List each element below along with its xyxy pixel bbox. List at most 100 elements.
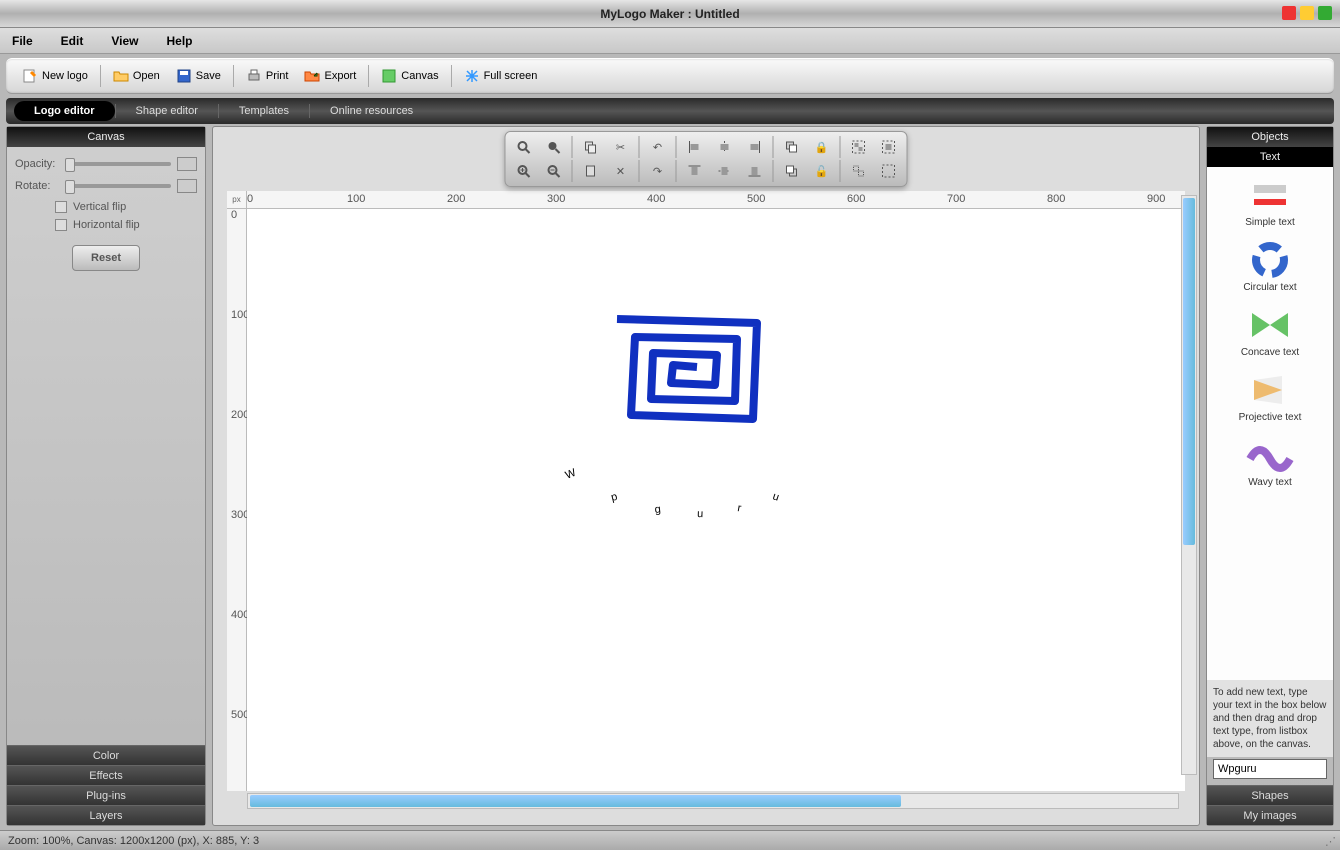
concave-text-item[interactable]: Concave text <box>1239 303 1301 360</box>
vertical-scrollbar[interactable] <box>1181 195 1197 775</box>
group-button[interactable] <box>845 136 873 158</box>
delete-button[interactable]: ✕ <box>607 160 635 182</box>
mode-tabs: Logo editor Shape editor Templates Onlin… <box>6 98 1334 124</box>
send-back-button[interactable] <box>778 160 806 182</box>
myimages-tab[interactable]: My images <box>1207 805 1333 825</box>
resize-grip-icon[interactable]: ⋰ <box>1325 835 1336 848</box>
accordion-effects[interactable]: Effects <box>7 765 205 785</box>
canvas-area: ✂ ↶ 🔒 ✕ ↷ <box>212 126 1200 826</box>
reset-button[interactable]: Reset <box>72 245 140 271</box>
accordion-color[interactable]: Color <box>7 745 205 765</box>
window-title: MyLogo Maker : Untitled <box>600 7 739 21</box>
align-vcenter-button[interactable] <box>711 160 739 182</box>
ungroup-button[interactable] <box>845 160 873 182</box>
vflip-checkbox[interactable] <box>55 201 67 213</box>
text-input[interactable] <box>1213 759 1327 779</box>
title-bar: MyLogo Maker : Untitled <box>0 0 1340 28</box>
save-icon <box>176 68 192 84</box>
projective-text-item[interactable]: Projective text <box>1237 368 1304 425</box>
undo-button[interactable]: ↶ <box>644 136 672 158</box>
folder-open-icon <box>113 68 129 84</box>
open-button[interactable]: Open <box>107 65 166 87</box>
svg-text:W: W <box>564 466 580 482</box>
maximize-icon[interactable] <box>1318 6 1332 20</box>
wavy-text-item[interactable]: Wavy text <box>1244 433 1296 490</box>
close-icon[interactable] <box>1282 6 1296 20</box>
objects-header: Objects <box>1207 127 1333 147</box>
svg-text:r: r <box>736 502 744 515</box>
canvas-button[interactable]: Canvas <box>375 65 444 87</box>
align-right-button[interactable] <box>741 136 769 158</box>
opacity-slider[interactable] <box>65 162 171 166</box>
rotate-slider[interactable] <box>65 184 171 188</box>
rotate-label: Rotate: <box>15 180 59 192</box>
redo-button[interactable]: ↷ <box>644 160 672 182</box>
status-bar: Zoom: 100%, Canvas: 1200x1200 (px), X: 8… <box>0 830 1340 850</box>
paste-button[interactable] <box>577 160 605 182</box>
hflip-label: Horizontal flip <box>73 219 140 231</box>
export-button[interactable]: Export <box>298 65 362 87</box>
ruler-vertical: 0100200300400500 <box>227 209 247 791</box>
wavy-text-icon <box>1246 435 1294 475</box>
zoom-actual-button[interactable] <box>510 136 538 158</box>
fullscreen-button[interactable]: Full screen <box>458 65 544 87</box>
copy-button[interactable] <box>577 136 605 158</box>
concave-text-icon <box>1246 305 1294 345</box>
tab-logo-editor[interactable]: Logo editor <box>14 101 115 121</box>
vflip-label: Vertical flip <box>73 201 126 213</box>
align-top-button[interactable] <box>681 160 709 182</box>
zoom-out-button[interactable] <box>540 160 568 182</box>
zoom-in-button[interactable] <box>510 160 538 182</box>
minimize-icon[interactable] <box>1300 6 1314 20</box>
align-hcenter-button[interactable] <box>711 136 739 158</box>
text-hint: To add new text, type your text in the b… <box>1207 680 1333 757</box>
export-icon <box>304 68 320 84</box>
logo-artwork[interactable]: W p g u r u <box>557 309 857 552</box>
lock-button[interactable]: 🔒 <box>808 136 836 158</box>
new-logo-button[interactable]: New logo <box>16 65 94 87</box>
rotate-value[interactable] <box>177 179 197 193</box>
fullscreen-icon <box>464 68 480 84</box>
opacity-label: Opacity: <box>15 158 59 170</box>
simple-text-item[interactable]: Simple text <box>1243 173 1296 230</box>
menu-edit[interactable]: Edit <box>61 34 84 48</box>
align-bottom-button[interactable] <box>741 160 769 182</box>
horizontal-scrollbar[interactable] <box>247 793 1179 809</box>
unlock-button[interactable]: 🔓 <box>808 160 836 182</box>
zoom-fit-button[interactable] <box>540 136 568 158</box>
ruler-unit: px <box>227 191 247 209</box>
hflip-checkbox[interactable] <box>55 219 67 231</box>
deselect-button[interactable] <box>875 160 903 182</box>
projective-text-icon <box>1246 370 1294 410</box>
text-types-list: Simple text Circular text Concave text P… <box>1207 167 1333 680</box>
menu-help[interactable]: Help <box>166 34 192 48</box>
left-panel: Canvas Opacity: Rotate: Vertical flip Ho… <box>6 126 206 826</box>
new-icon <box>22 68 38 84</box>
menu-file[interactable]: File <box>12 34 33 48</box>
tab-shape-editor[interactable]: Shape editor <box>116 101 218 121</box>
opacity-value[interactable] <box>177 157 197 171</box>
text-tab[interactable]: Text <box>1207 147 1333 167</box>
right-panel: Objects Text Simple text Circular text C… <box>1206 126 1334 826</box>
svg-text:u: u <box>771 490 782 504</box>
circular-text-icon <box>1246 240 1294 280</box>
cut-button[interactable]: ✂ <box>607 136 635 158</box>
save-button[interactable]: Save <box>170 65 227 87</box>
print-button[interactable]: Print <box>240 65 295 87</box>
circular-text-item[interactable]: Circular text <box>1241 238 1298 295</box>
accordion-layers[interactable]: Layers <box>7 805 205 825</box>
svg-text:g: g <box>654 503 663 516</box>
bring-front-button[interactable] <box>778 136 806 158</box>
tab-templates[interactable]: Templates <box>219 101 309 121</box>
main-toolbar: New logo Open Save Print Export Canvas F… <box>6 58 1334 94</box>
status-text: Zoom: 100%, Canvas: 1200x1200 (px), X: 8… <box>8 835 259 847</box>
menu-view[interactable]: View <box>111 34 138 48</box>
svg-text:u: u <box>697 508 706 520</box>
tab-online-resources[interactable]: Online resources <box>310 101 433 121</box>
accordion-plugins[interactable]: Plug-ins <box>7 785 205 805</box>
select-all-button[interactable] <box>875 136 903 158</box>
canvas-panel-header: Canvas <box>7 127 205 147</box>
align-left-button[interactable] <box>681 136 709 158</box>
shapes-tab[interactable]: Shapes <box>1207 785 1333 805</box>
canvas-viewport[interactable]: W p g u r u <box>247 209 1185 791</box>
